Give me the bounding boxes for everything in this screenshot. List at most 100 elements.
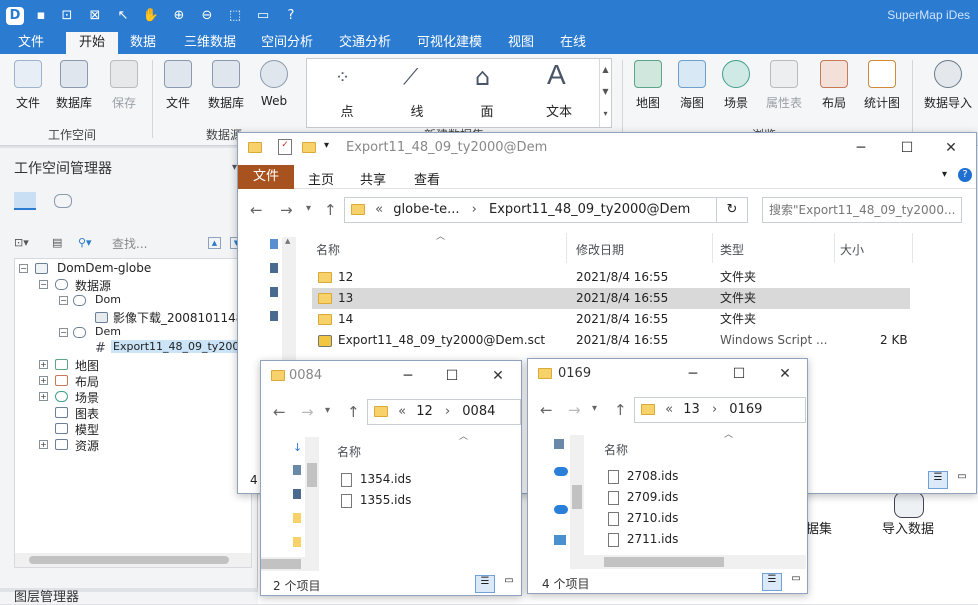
onedrive-icon[interactable] <box>554 467 568 476</box>
datasource-database-button[interactable]: 数据库 <box>204 60 248 111</box>
quick-access-icon[interactable]: ↓ <box>293 441 302 454</box>
open-workspace-icon[interactable]: ⊡ <box>58 7 76 25</box>
breadcrumb-parent[interactable]: globe-te... <box>393 202 459 217</box>
breadcrumb-current[interactable]: Export11_48_09_ty2000@Dem <box>489 202 690 217</box>
onedrive-icon[interactable] <box>554 505 568 514</box>
workspace-save-button[interactable]: 保存 <box>102 60 146 111</box>
close-workspace-icon[interactable]: ⊠ <box>86 7 104 25</box>
file-row-selected[interactable]: 13 2021/8/4 16:55 文件夹 <box>312 288 910 309</box>
large-icons-view-icon[interactable]: ▭ <box>952 471 972 489</box>
nav-icon[interactable] <box>293 465 301 475</box>
column-name[interactable]: 名称 <box>604 441 628 458</box>
tree-node-dom[interactable]: Dom <box>95 293 121 306</box>
up-button[interactable]: ↑ <box>324 201 337 219</box>
help-icon[interactable]: ? <box>958 168 972 182</box>
back-button[interactable]: ← <box>540 401 553 419</box>
breadcrumb-parent[interactable]: 12 <box>416 404 433 419</box>
address-bar[interactable]: « globe-te... › Export11_48_09_ty2000@De… <box>344 197 736 223</box>
breadcrumb-current[interactable]: 0169 <box>729 402 762 417</box>
file-row[interactable]: 2710.ids <box>604 508 784 529</box>
workspace-tab-icon[interactable] <box>14 192 36 210</box>
new-line-button[interactable]: 线 <box>397 101 437 120</box>
scrollbar-thumb[interactable] <box>261 559 301 569</box>
search-input[interactable]: 搜索"Export11_48_09_ty2000... <box>762 197 962 223</box>
column-type[interactable]: 类型 <box>720 241 744 258</box>
zoom-out-icon[interactable]: ⊖ <box>198 7 216 25</box>
datasource-file-button[interactable]: 文件 <box>156 60 200 111</box>
data-tab-icon[interactable] <box>54 194 72 208</box>
import-data-label[interactable]: 导入数据 <box>882 518 934 537</box>
overflow-chevron[interactable]: « <box>665 402 673 417</box>
breadcrumb-current[interactable]: 0084 <box>462 404 495 419</box>
collapse-toggle[interactable]: − <box>59 296 68 305</box>
address-bar[interactable]: « 12 › 0084 <box>367 399 521 425</box>
address-bar[interactable]: « 13 › 0169 <box>634 397 806 423</box>
close-button[interactable]: ✕ <box>483 365 513 387</box>
zoom-in-icon[interactable]: ⊕ <box>170 7 188 25</box>
tab-view[interactable]: 视图 <box>502 32 540 54</box>
horizontal-scrollbar[interactable] <box>584 555 806 569</box>
forward-button[interactable]: → <box>301 403 314 421</box>
file-row[interactable]: 12 2021/8/4 16:55 文件夹 <box>312 267 910 288</box>
collapse-toggle[interactable]: − <box>59 328 68 337</box>
forward-button[interactable]: → <box>280 201 293 219</box>
attribute-table-button[interactable]: 属性表 <box>762 60 806 111</box>
back-button[interactable]: ← <box>273 403 286 421</box>
scrollbar-thumb[interactable] <box>604 557 724 567</box>
maximize-button[interactable]: ☐ <box>437 365 467 387</box>
details-view-icon[interactable]: ☰ <box>475 575 495 593</box>
tree-node-layouts[interactable]: 布局 <box>75 373 99 390</box>
file-row[interactable]: 1355.ids <box>337 490 497 511</box>
horizontal-scrollbar[interactable] <box>261 557 319 571</box>
file-row[interactable]: Export11_48_09_ty2000@Dem.sct 2021/8/4 1… <box>312 330 910 351</box>
tab-visual-modeling[interactable]: 可视化建模 <box>411 32 488 54</box>
toolbar-new-icon[interactable]: ⊡▾ <box>14 236 29 249</box>
workspace-database-button[interactable]: 数据库 <box>52 60 96 111</box>
recent-locations-button[interactable]: ▾ <box>325 405 330 416</box>
collapse-toggle[interactable]: − <box>19 264 28 273</box>
new-text-button[interactable]: 文本 <box>539 101 579 120</box>
expand-toggle[interactable]: + <box>39 392 48 401</box>
file-row[interactable]: 2711.ids <box>604 529 784 550</box>
tab-traffic-analysis[interactable]: 交通分析 <box>333 32 397 54</box>
close-button[interactable]: ✕ <box>770 363 800 385</box>
expand-toggle[interactable]: + <box>39 440 48 449</box>
tree-horizontal-scrollbar[interactable] <box>15 553 251 567</box>
open-scene-button[interactable]: 场景 <box>714 60 758 111</box>
open-statistic-chart-button[interactable]: 统计图 <box>860 60 904 111</box>
tree-node-scenes[interactable]: 场景 <box>75 389 99 406</box>
toolbar-properties-icon[interactable]: ▤ <box>52 236 62 249</box>
new-point-button[interactable]: 点 <box>327 101 367 120</box>
file-row[interactable]: 1354.ids <box>337 469 497 490</box>
scroll-up-icon[interactable]: ▲ <box>285 237 290 245</box>
details-view-icon[interactable]: ☰ <box>762 573 782 591</box>
this-pc-icon[interactable] <box>554 535 566 545</box>
scrollbar-thumb[interactable] <box>572 485 582 509</box>
nav-icon[interactable] <box>554 439 564 449</box>
file-row[interactable]: 2709.ids <box>604 487 784 508</box>
search-icon[interactable]: ⚲▾ <box>78 236 92 249</box>
tree-node-dem[interactable]: Dem <box>95 325 121 338</box>
nav-pane-scrollbar[interactable] <box>570 435 584 569</box>
minimize-button[interactable]: ─ <box>393 365 423 387</box>
tab-3d-data[interactable]: 三维数据 <box>178 32 242 54</box>
forward-button[interactable]: → <box>568 401 581 419</box>
nav-icon[interactable] <box>293 489 301 499</box>
scrollbar-thumb[interactable] <box>307 463 317 487</box>
minimize-button[interactable]: ─ <box>846 137 876 159</box>
properties-icon[interactable]: ✓ <box>278 139 292 155</box>
tree-node-maps[interactable]: 地图 <box>75 357 99 374</box>
new-folder-icon[interactable] <box>302 142 316 153</box>
maximize-button[interactable]: ☐ <box>892 137 922 159</box>
workspace-file-button[interactable]: 文件 <box>6 60 50 111</box>
tree-node-datasources[interactable]: 数据源 <box>75 277 111 294</box>
tree-node-image-dataset[interactable]: 影像下载_2008101148_t <box>113 309 241 326</box>
open-map-button[interactable]: 地图 <box>626 60 670 111</box>
nav-icon[interactable] <box>270 311 278 321</box>
large-icons-view-icon[interactable]: ▭ <box>499 575 519 593</box>
tree-node-resources[interactable]: 资源 <box>75 437 99 454</box>
save-icon[interactable]: ▪ <box>32 7 50 25</box>
tab-file[interactable]: 文件 <box>238 165 294 189</box>
minimize-button[interactable]: ─ <box>678 363 708 385</box>
breadcrumb-parent[interactable]: 13 <box>683 402 700 417</box>
